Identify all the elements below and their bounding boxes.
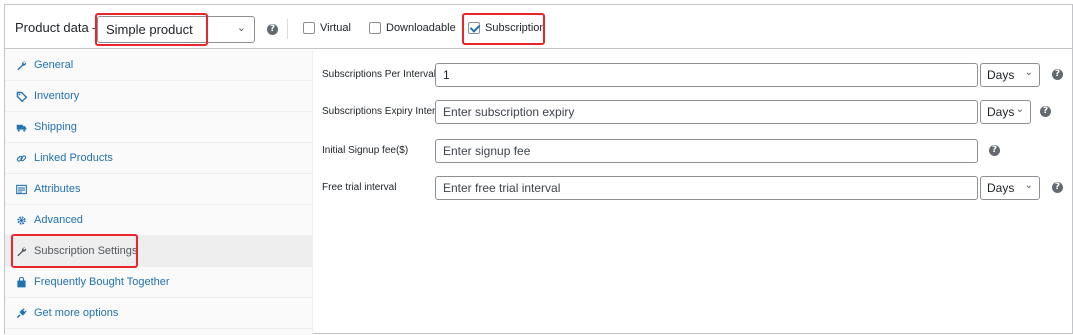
product-type-select[interactable]: Simple product ⌄ (97, 16, 255, 43)
per-interval-label: Subscriptions Per Interval (322, 69, 436, 80)
link-icon (15, 152, 27, 164)
per-interval-unit-value: Days (987, 68, 1015, 82)
product-data-panel: Product data — Simple product ⌄ ? Virtua… (4, 4, 1073, 335)
trial-interval-row: Free trial interval Enter free trial int… (314, 176, 1073, 200)
product-data-header: Product data — Simple product ⌄ ? Virtua… (5, 5, 1072, 49)
signup-fee-label: Initial Signup fee($) (322, 145, 409, 156)
tab-inventory-label: Inventory (34, 90, 80, 102)
tab-subscription-settings-label: Subscription Settings (34, 245, 138, 257)
trial-interval-unit-value: Days (987, 181, 1015, 195)
tab-inventory[interactable]: Inventory (5, 81, 312, 112)
product-data-title: Product data — (15, 20, 106, 35)
expiry-interval-input[interactable]: Enter subscription expiry (435, 100, 978, 124)
tab-general[interactable]: General (5, 50, 312, 81)
expiry-interval-unit-select[interactable]: Days ⌄ (980, 100, 1031, 124)
tab-attributes[interactable]: Attributes (5, 174, 312, 205)
per-interval-row: Subscriptions Per Interval 1 Days ⌄ ? (314, 63, 1073, 87)
tag-icon (15, 90, 27, 102)
product-type-value: Simple product (106, 22, 193, 37)
trial-interval-help-icon[interactable]: ? (1052, 182, 1063, 193)
header-divider (287, 19, 288, 39)
signup-fee-row: Initial Signup fee($) Enter signup fee ? (314, 139, 1073, 163)
per-interval-unit-select[interactable]: Days ⌄ (980, 63, 1040, 87)
chevron-down-icon: ⌄ (236, 22, 246, 34)
tab-attributes-label: Attributes (34, 183, 81, 195)
tab-linked-products-label: Linked Products (34, 152, 113, 164)
tab-linked-products[interactable]: Linked Products (5, 143, 312, 174)
product-type-help-icon[interactable]: ? (267, 24, 278, 35)
subscription-checkbox-wrap[interactable]: Subscription (468, 22, 546, 34)
expiry-interval-row: Subscriptions Expiry Interval Enter subs… (314, 100, 1073, 124)
subscription-checkbox[interactable] (468, 22, 480, 34)
list-icon (15, 183, 27, 195)
downloadable-label: Downloadable (386, 22, 456, 34)
chevron-down-icon: ⌄ (1015, 104, 1024, 115)
tab-frequently-bought-together[interactable]: Frequently Bought Together (5, 267, 312, 298)
virtual-checkbox[interactable] (303, 22, 315, 34)
truck-icon (15, 121, 27, 133)
expiry-interval-label: Subscriptions Expiry Interval (322, 106, 449, 117)
virtual-label: Virtual (320, 22, 351, 34)
gear-icon (15, 214, 27, 226)
expiry-interval-help-icon[interactable]: ? (1040, 106, 1051, 117)
trial-interval-unit-select[interactable]: Days ⌄ (980, 176, 1040, 200)
trial-interval-label: Free trial interval (322, 182, 397, 193)
tab-get-more-options-label: Get more options (34, 307, 119, 319)
plugin-icon (15, 307, 27, 319)
downloadable-checkbox-wrap[interactable]: Downloadable (369, 22, 456, 34)
tab-get-more-options[interactable]: Get more options (5, 298, 312, 329)
signup-fee-input[interactable]: Enter signup fee (435, 139, 978, 163)
tab-subscription-settings[interactable]: Subscription Settings (5, 236, 312, 267)
downloadable-checkbox[interactable] (369, 22, 381, 34)
tab-advanced[interactable]: Advanced (5, 205, 312, 236)
tab-shipping-label: Shipping (34, 121, 77, 133)
signup-fee-help-icon[interactable]: ? (989, 145, 1000, 156)
trial-interval-input[interactable]: Enter free trial interval (435, 176, 978, 200)
tab-advanced-label: Advanced (34, 214, 83, 226)
tab-shipping[interactable]: Shipping (5, 112, 312, 143)
per-interval-input[interactable]: 1 (435, 63, 978, 87)
chevron-down-icon: ⌄ (1024, 180, 1033, 191)
per-interval-help-icon[interactable]: ? (1052, 69, 1063, 80)
wrench-icon (15, 59, 27, 71)
subscription-settings-panel: Subscriptions Per Interval 1 Days ⌄ ? Su… (314, 50, 1072, 333)
chevron-down-icon: ⌄ (1024, 67, 1033, 78)
tab-frequently-bought-together-label: Frequently Bought Together (34, 276, 170, 288)
subscription-label: Subscription (485, 22, 546, 34)
product-data-tabs: General Inventory Shipping Linked Produc… (5, 50, 313, 335)
expiry-interval-unit-value: Days (987, 105, 1015, 119)
wrench-icon (15, 245, 27, 257)
tab-general-label: General (34, 59, 74, 71)
bag-icon (15, 276, 27, 288)
virtual-checkbox-wrap[interactable]: Virtual (303, 22, 351, 34)
